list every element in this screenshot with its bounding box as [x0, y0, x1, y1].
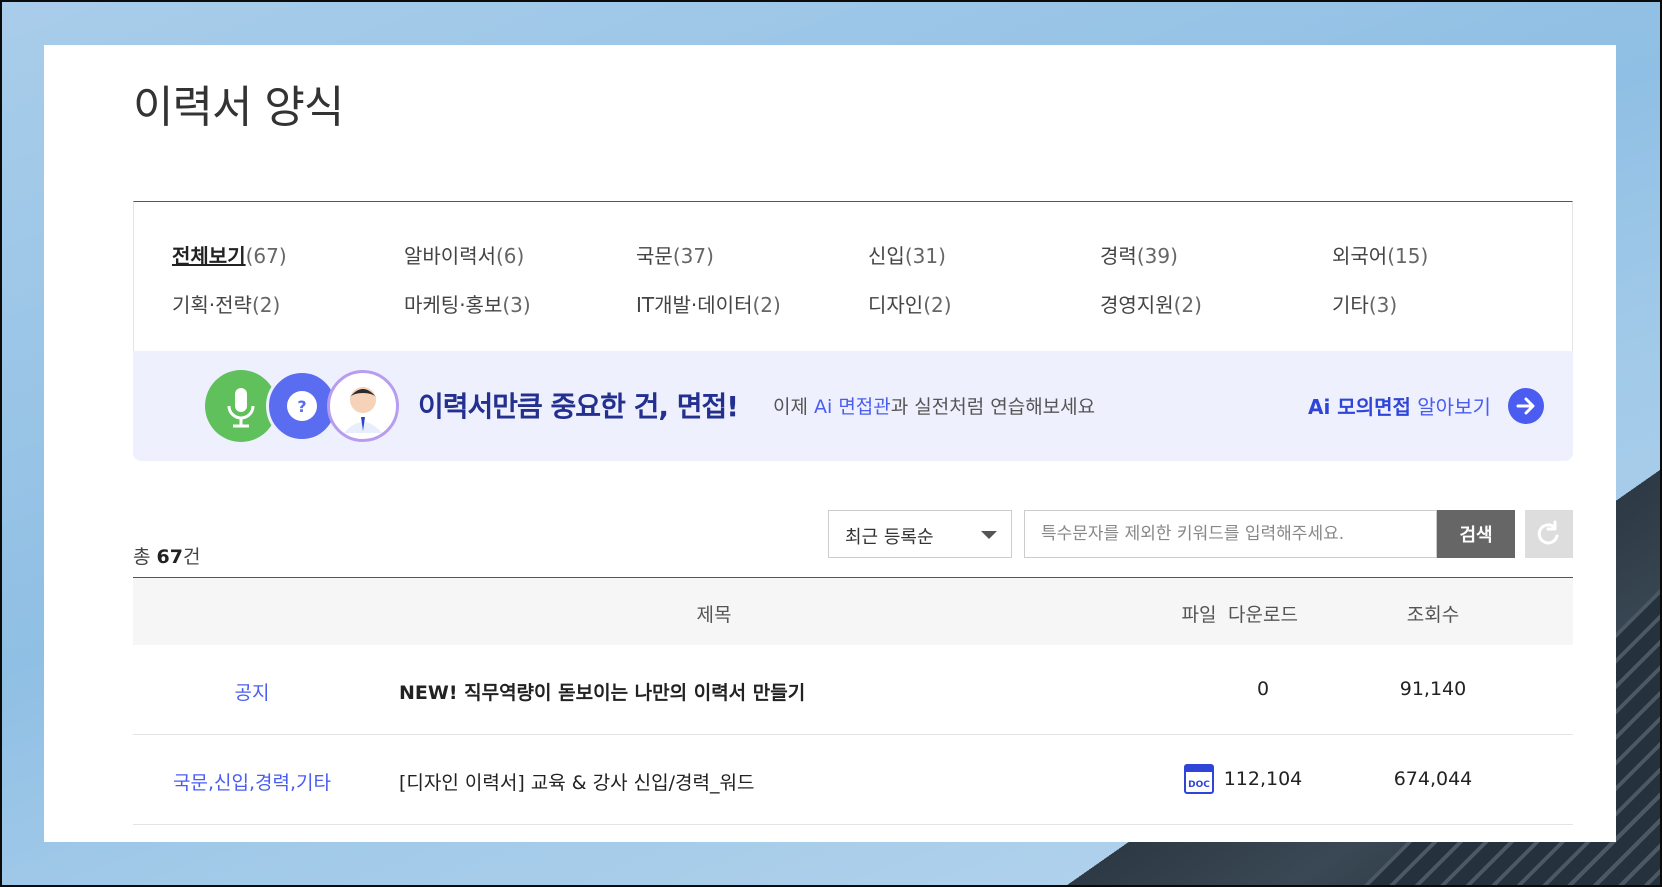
category-part-time[interactable]: 알바이력서(6)	[404, 240, 636, 269]
category-all[interactable]: 전체보기(67)	[172, 240, 404, 269]
ai-interview-banner[interactable]: ? 이력서만큼 중요한 건, 면접! 이제 Ai 면접관과 실전처럼 연습해보세…	[133, 351, 1573, 461]
table-row[interactable]: 국문,신입,경력,기타 [디자인 이력서] 교육 & 강사 신입/경력_워드 D…	[133, 735, 1573, 825]
page-title: 이력서 양식	[133, 82, 344, 133]
template-table: 제목 파일 다운로드 조회수 공지 NEW! 직무역량이 돋보이는 나만의 이력…	[133, 577, 1573, 825]
row-category[interactable]: 공지	[133, 678, 371, 705]
row-downloads: 0	[1256, 678, 1270, 700]
category-it-dev[interactable]: IT개발·데이터(2)	[636, 289, 868, 318]
row-title[interactable]: [디자인 이력서] 교육 & 강사 신입/경력_워드	[399, 768, 754, 795]
total-count: 총 67건	[133, 546, 201, 568]
header-title: 제목	[696, 604, 732, 626]
category-design[interactable]: 디자인(2)	[868, 289, 1100, 318]
row-category[interactable]: 국문,신입,경력,기타	[133, 768, 371, 795]
row-views: 91,140	[1399, 678, 1467, 700]
category-planning[interactable]: 기획·전략(2)	[172, 289, 404, 318]
table-row[interactable]: 공지 NEW! 직무역량이 돋보이는 나만의 이력서 만들기 0 91,140	[133, 645, 1573, 735]
sort-select[interactable]: 최근 등록순	[828, 510, 1012, 558]
refresh-icon[interactable]	[1525, 510, 1573, 558]
category-korean[interactable]: 국문(37)	[636, 240, 868, 269]
category-management[interactable]: 경영지원(2)	[1100, 289, 1332, 318]
chevron-down-icon	[981, 531, 997, 539]
category-marketing[interactable]: 마케팅·홍보(3)	[404, 289, 636, 318]
row-downloads: 112,104	[1223, 768, 1303, 790]
banner-subtext: 이제 Ai 면접관과 실전처럼 연습해보세요	[773, 396, 1096, 418]
search-button[interactable]: 검색	[1437, 510, 1515, 558]
doc-file-icon[interactable]: DOC	[1183, 763, 1215, 795]
svg-text:DOC: DOC	[1188, 780, 1210, 790]
arrow-right-icon[interactable]	[1508, 388, 1544, 424]
banner-headline: 이력서만큼 중요한 건, 면접!	[418, 390, 739, 423]
header-download: 다운로드	[1228, 604, 1298, 626]
ai-mock-interview-link[interactable]: Ai 모의면접 알아보기	[1308, 391, 1491, 420]
header-views: 조회수	[1406, 604, 1460, 626]
category-entry-level[interactable]: 신입(31)	[868, 240, 1100, 269]
interviewer-avatar	[327, 370, 399, 442]
category-filter: 전체보기(67) 알바이력서(6) 국문(37) 신입(31) 경력(39) 외…	[133, 201, 1573, 351]
category-foreign-language[interactable]: 외국어(15)	[1332, 240, 1564, 269]
category-etc[interactable]: 기타(3)	[1332, 289, 1564, 318]
row-title[interactable]: NEW! 직무역량이 돋보이는 나만의 이력서 만들기	[399, 678, 805, 705]
row-views: 674,044	[1393, 768, 1473, 790]
resume-template-panel: 이력서 양식 전체보기(67) 알바이력서(6) 국문(37) 신입(31) 경…	[44, 45, 1616, 842]
category-experienced[interactable]: 경력(39)	[1100, 240, 1332, 269]
table-header: 제목 파일 다운로드 조회수	[133, 577, 1573, 645]
svg-text:?: ?	[297, 397, 306, 416]
search-input[interactable]	[1024, 510, 1437, 558]
